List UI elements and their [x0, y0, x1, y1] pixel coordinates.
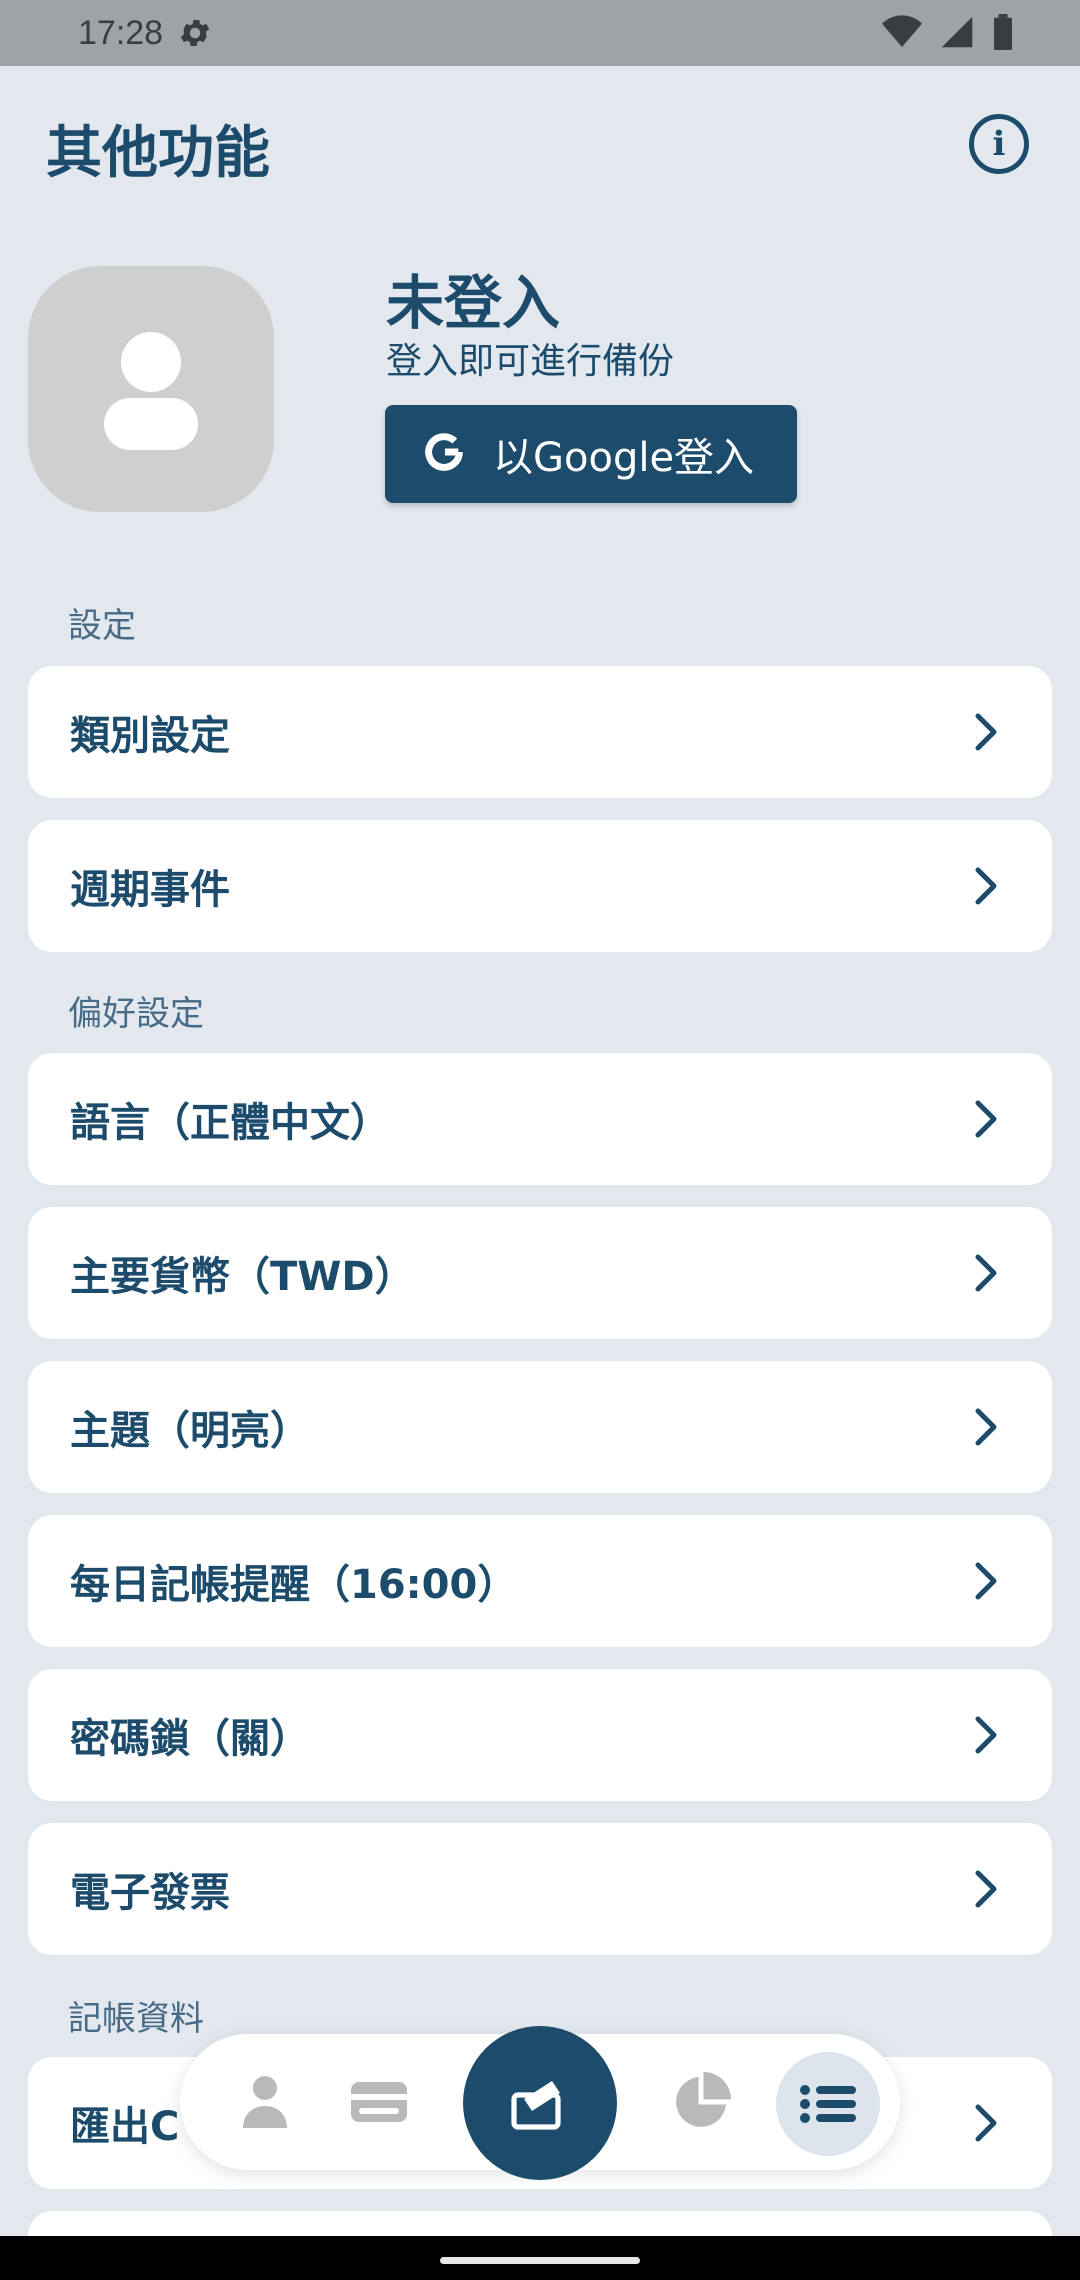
section-label-preferences: 偏好設定 — [68, 994, 204, 1034]
avatar — [28, 266, 274, 512]
pie-chart-icon — [676, 2072, 731, 2127]
person-icon — [243, 2076, 287, 2128]
chevron-right-icon — [974, 866, 998, 910]
card-icon — [351, 2082, 407, 2122]
wifi-icon — [882, 14, 922, 54]
home-gesture-bar[interactable] — [440, 2257, 640, 2264]
menu-item-currency[interactable]: 主要貨幣（TWD） — [28, 1207, 1052, 1339]
chevron-right-icon — [974, 1869, 998, 1913]
page-title: 其他功能 — [46, 121, 270, 186]
section-label-records: 記帳資料 — [68, 1999, 204, 2039]
user-silhouette-icon — [104, 332, 198, 450]
google-sign-in-button[interactable]: 以Google登入 — [385, 405, 797, 503]
menu-item-label: 主題（明亮） — [70, 1408, 310, 1454]
menu-item-label: 語言（正體中文） — [70, 1100, 390, 1146]
list-icon — [800, 2085, 856, 2123]
profile-name: 未登入 — [386, 269, 561, 337]
google-sign-in-label: 以Google登入 — [493, 435, 755, 481]
section-label-settings: 設定 — [68, 606, 136, 646]
chevron-right-icon — [974, 1099, 998, 1143]
menu-item-label: 電子發票 — [70, 1870, 230, 1916]
nav-tab-more[interactable] — [776, 2052, 880, 2156]
menu-item-category-settings[interactable]: 類別設定 — [28, 666, 1052, 798]
nav-tab-stats[interactable] — [646, 2034, 756, 2170]
nav-tab-profile[interactable] — [210, 2034, 320, 2170]
menu-item-label: 密碼鎖（關） — [70, 1716, 310, 1762]
google-icon — [421, 429, 467, 479]
signal-icon — [940, 14, 974, 54]
menu-item-label: 類別設定 — [70, 713, 230, 759]
chevron-right-icon — [974, 2103, 998, 2147]
add-record-button[interactable] — [463, 2026, 617, 2180]
chevron-right-icon — [974, 712, 998, 756]
info-icon[interactable]: i — [969, 114, 1029, 174]
profile-subtitle: 登入即可進行備份 — [386, 341, 675, 382]
page: 17:28 其他功能 i 未登入 登入即可進行備份 以Google登入 設定 類… — [0, 0, 1080, 2280]
menu-item-einvoice[interactable]: 電子發票 — [28, 1823, 1052, 1955]
menu-item-label: 週期事件 — [70, 867, 230, 913]
status-icons — [882, 14, 1014, 54]
menu-item-label: 主要貨幣（TWD） — [70, 1254, 415, 1300]
menu-item-theme[interactable]: 主題（明亮） — [28, 1361, 1052, 1493]
menu-item-language[interactable]: 語言（正體中文） — [28, 1053, 1052, 1185]
menu-item-label: 每日記帳提醒（16:00） — [70, 1562, 518, 1608]
menu-item-passcode[interactable]: 密碼鎖（關） — [28, 1669, 1052, 1801]
settings-gear-icon — [177, 15, 213, 51]
menu-item-daily-reminder[interactable]: 每日記帳提醒（16:00） — [28, 1515, 1052, 1647]
nav-tab-accounts[interactable] — [324, 2034, 434, 2170]
status-time: 17:28 — [78, 13, 164, 52]
battery-icon — [992, 14, 1014, 54]
chevron-right-icon — [974, 1715, 998, 1759]
menu-item-label: 匯出C — [70, 2104, 180, 2150]
chevron-right-icon — [974, 1561, 998, 1605]
chevron-right-icon — [974, 1407, 998, 1451]
receipt-edit-icon — [511, 2081, 561, 2130]
menu-item-recurring-events[interactable]: 週期事件 — [28, 820, 1052, 952]
chevron-right-icon — [974, 1253, 998, 1297]
status-bar: 17:28 — [0, 0, 1080, 66]
